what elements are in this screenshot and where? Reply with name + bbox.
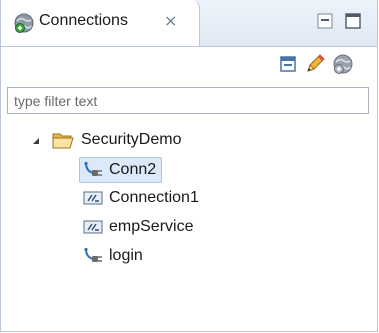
pencil-icon[interactable]: [303, 52, 327, 76]
tree-item-conn2[interactable]: Conn2: [79, 157, 163, 183]
folder-open-icon: [52, 133, 74, 149]
db-connection-icon: [83, 220, 103, 234]
view-tab-bar: Connections ⨯: [1, 0, 377, 47]
plug-connection-icon: [84, 247, 102, 262]
connections-view: Connections ⨯ S: [0, 0, 378, 332]
maximize-icon[interactable]: [343, 11, 363, 31]
tree-item-login[interactable]: login: [83, 244, 143, 268]
globe-add-icon[interactable]: [331, 52, 355, 76]
tree-node-label: empService: [109, 218, 194, 235]
expand-toggle-icon[interactable]: [31, 136, 41, 146]
tree-item-connection1[interactable]: Connection1: [83, 186, 199, 210]
tab-title: Connections: [39, 12, 128, 29]
tree-node-label: SecurityDemo: [81, 131, 182, 148]
tree-node-label: Connection1: [109, 189, 199, 206]
plug-connection-icon: [84, 161, 102, 176]
filter-input[interactable]: [7, 87, 369, 114]
minimize-icon[interactable]: [315, 11, 335, 31]
collapse-all-icon[interactable]: [276, 52, 300, 76]
tab-connections[interactable]: Connections ⨯: [1, 0, 200, 46]
close-icon[interactable]: ⨯: [164, 11, 177, 31]
globe-connections-icon: [14, 13, 34, 33]
tree-item-empservice[interactable]: empService: [83, 215, 193, 239]
tree-root-securitydemo[interactable]: SecurityDemo: [81, 128, 181, 152]
tree-node-label: Conn2: [109, 161, 157, 178]
db-connection-icon: [83, 191, 103, 205]
tree-node-label: login: [109, 247, 143, 264]
